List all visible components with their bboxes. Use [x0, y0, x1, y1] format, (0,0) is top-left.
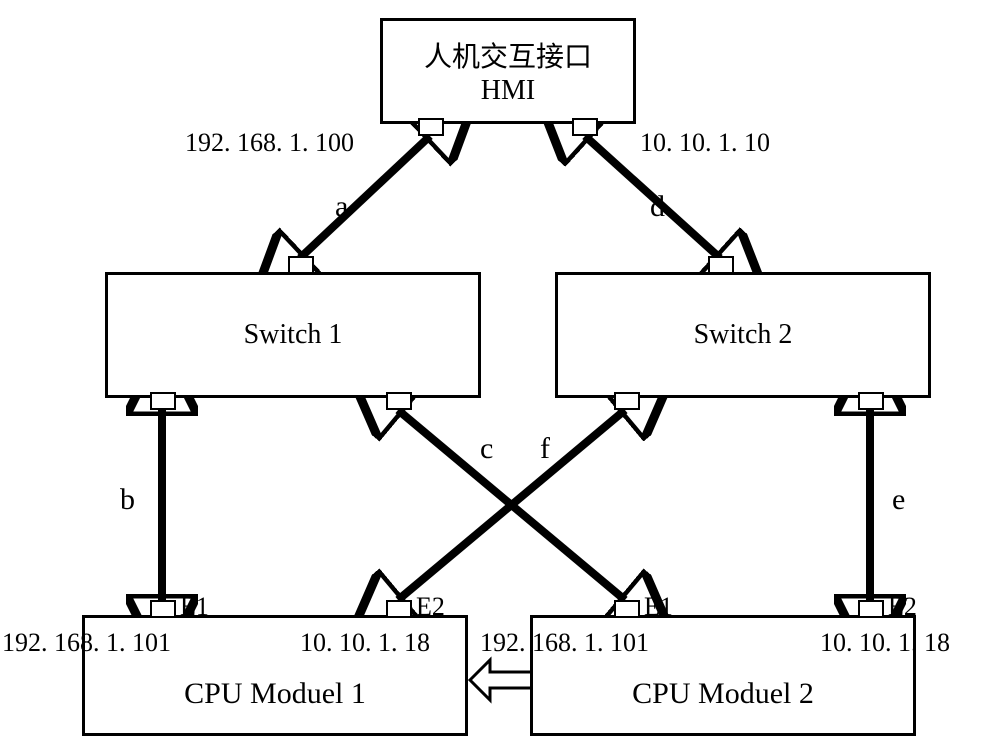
hmi-port-left	[418, 118, 444, 136]
cpu1-port-e2	[386, 600, 412, 618]
edge-f-label: f	[540, 432, 550, 466]
cpu2-ip-e1: 192. 168. 1. 101	[480, 628, 649, 658]
cpu1-label: CPU Moduel 1	[184, 677, 366, 711]
hmi-port-right	[572, 118, 598, 136]
hmi-node: 人机交互接口 HMI	[380, 18, 636, 124]
switch2-port-top	[708, 256, 734, 274]
cpu1-ip-e2: 10. 10. 1. 18	[300, 628, 430, 658]
switch2-port-br	[858, 392, 884, 410]
hmi-title-cn: 人机交互接口	[424, 35, 592, 75]
hmi-ip-left: 192. 168. 1. 100	[185, 128, 354, 158]
hmi-ip-right: 10. 10. 1. 10	[640, 128, 770, 158]
switch1-port-br	[386, 392, 412, 410]
edge-a-label: a	[335, 190, 348, 224]
cpu2-port-e2	[858, 600, 884, 618]
switch1-node: Switch 1	[105, 272, 481, 398]
cpu2-e1-label: E1	[644, 592, 673, 622]
cpu2-ip-e2: 10. 10. 1. 18	[820, 628, 950, 658]
switch1-port-bl	[150, 392, 176, 410]
cpu1-ip-e1: 192. 168. 1. 101	[2, 628, 171, 658]
cpu2-e2-label: E2	[888, 592, 917, 622]
switch1-port-top	[288, 256, 314, 274]
switch1-label: Switch 1	[244, 319, 343, 351]
edge-b-label: b	[120, 483, 135, 517]
edge-d-label: d	[650, 190, 665, 224]
cpu1-e1-label: E1	[180, 592, 209, 622]
cpu2-label: CPU Moduel 2	[632, 677, 814, 711]
switch2-node: Switch 2	[555, 272, 931, 398]
edge-e-label: e	[892, 483, 905, 517]
hmi-title-en: HMI	[481, 75, 535, 107]
switch2-label: Switch 2	[694, 319, 793, 351]
edge-c-label: c	[480, 432, 493, 466]
switch2-port-bl	[614, 392, 640, 410]
cpu1-e2-label: E2	[416, 592, 445, 622]
cpu2-port-e1	[614, 600, 640, 618]
cpu1-port-e1	[150, 600, 176, 618]
